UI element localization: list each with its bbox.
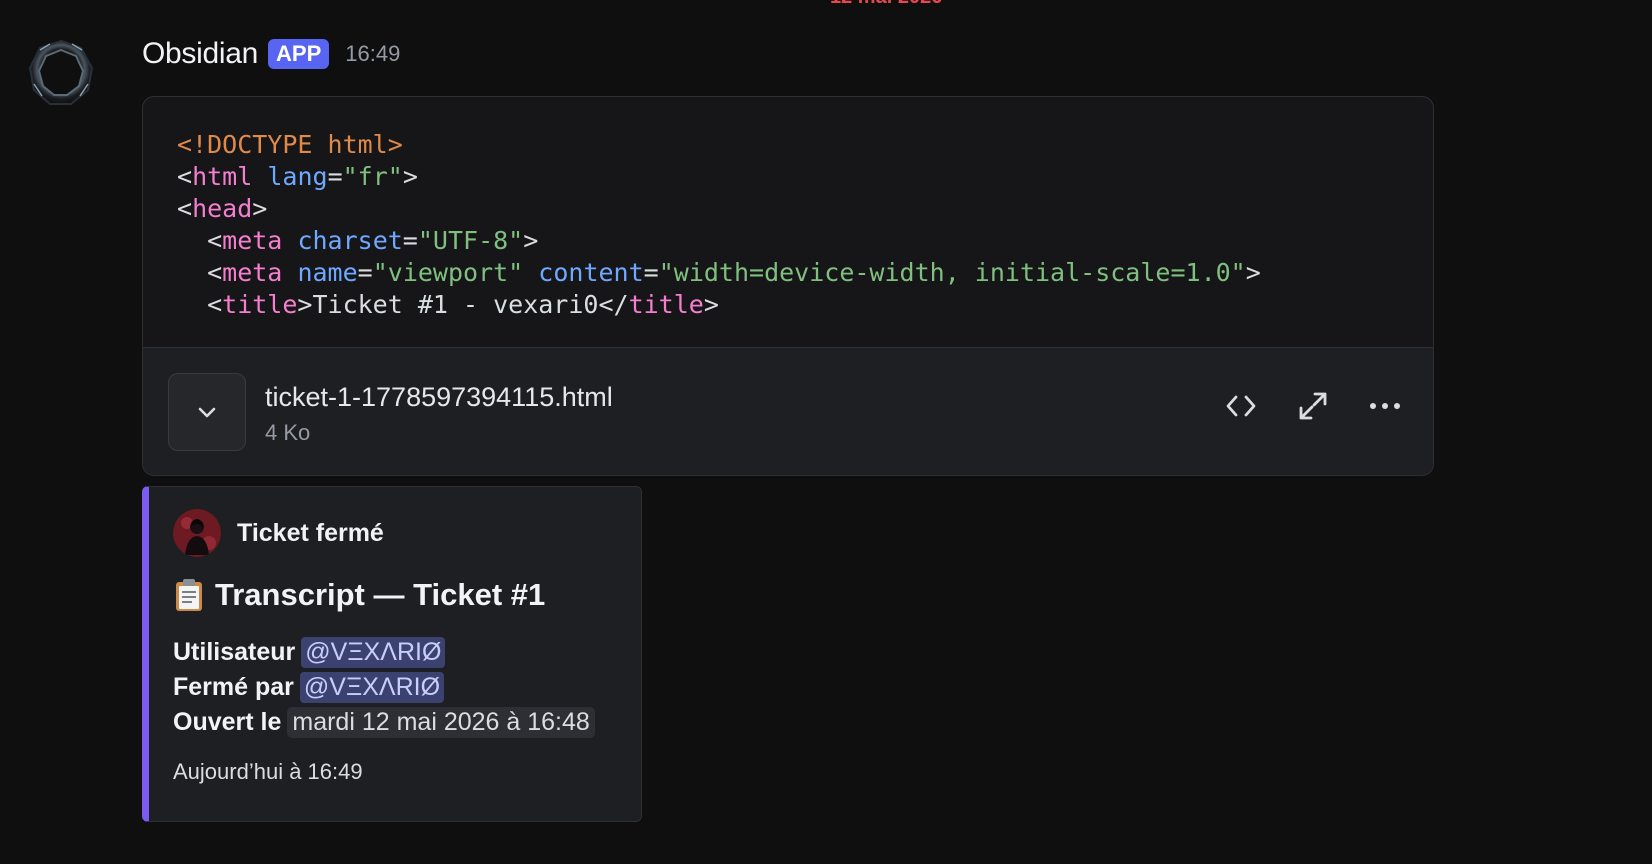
expand-preview-button[interactable] bbox=[168, 373, 246, 451]
fullscreen-button[interactable] bbox=[1295, 388, 1331, 424]
code-token: > bbox=[703, 290, 719, 319]
field-ouvert-le: Ouvert le mardi 12 mai 2026 à 16:48 bbox=[173, 707, 595, 738]
code-token: = bbox=[643, 258, 659, 287]
date-divider: 12 mai 2026 bbox=[830, 0, 942, 9]
code-token: head bbox=[192, 194, 253, 223]
code-token: > bbox=[252, 194, 268, 223]
code-token: > bbox=[523, 226, 539, 255]
field-label: Ouvert le bbox=[173, 708, 282, 736]
embed-author-avatar bbox=[173, 509, 221, 557]
code-token: charset bbox=[297, 226, 403, 255]
field-label: Utilisateur bbox=[173, 638, 296, 666]
code-line: <title>Ticket #1 - vexari0</title> bbox=[177, 289, 1433, 321]
clipboard-icon bbox=[176, 579, 202, 611]
code-token: = bbox=[357, 258, 373, 287]
code-line: <meta charset="UTF-8"> bbox=[177, 225, 1433, 257]
embed-author-name: Ticket fermé bbox=[237, 518, 384, 547]
field-ferme-par: Fermé par @VΞXΛRIØ bbox=[173, 672, 445, 703]
code-preview[interactable]: <!DOCTYPE html> <html lang="fr"> <head> <m… bbox=[143, 97, 1433, 347]
message-timestamp[interactable]: 16:49 bbox=[345, 41, 400, 67]
code-token: < bbox=[177, 226, 223, 255]
code-token: = bbox=[327, 162, 343, 191]
code-token: = bbox=[402, 226, 418, 255]
code-token: meta bbox=[222, 226, 283, 255]
message-header: Obsidian APP 16:49 bbox=[142, 34, 400, 74]
code-token: title bbox=[628, 290, 704, 319]
app-badge: APP bbox=[268, 39, 330, 69]
more-icon bbox=[1370, 403, 1400, 409]
embed-footer-timestamp: Aujourd’hui à 16:49 bbox=[173, 759, 363, 784]
file-bar: ticket-1-1778597394115.html 4 Ko bbox=[143, 347, 1433, 475]
code-token: < bbox=[177, 258, 223, 287]
user-mention[interactable]: @VΞXΛRIØ bbox=[299, 672, 445, 703]
code-token: title bbox=[222, 290, 298, 319]
field-label: Fermé par bbox=[173, 673, 294, 701]
code-line: <html lang="fr"> bbox=[177, 161, 1433, 193]
code-token: "width=device-width, initial-scale=1.0" bbox=[658, 258, 1246, 287]
code-token: lang bbox=[267, 162, 328, 191]
code-token: "UTF-8" bbox=[417, 226, 524, 255]
user-avatar-icon bbox=[173, 509, 221, 557]
code-token: html bbox=[192, 162, 253, 191]
code-token: > bbox=[402, 162, 418, 191]
code-token: < bbox=[177, 162, 193, 191]
bot-avatar[interactable] bbox=[26, 38, 96, 108]
ticket-embed: Ticket fermé Transcript — Ticket #1 Util… bbox=[142, 486, 642, 822]
embed-author: Ticket fermé bbox=[173, 509, 384, 557]
expand-icon bbox=[1299, 392, 1327, 420]
author-name[interactable]: Obsidian bbox=[142, 37, 258, 71]
date-chip[interactable]: mardi 12 mai 2026 à 16:48 bbox=[287, 707, 595, 738]
view-code-button[interactable] bbox=[1223, 388, 1259, 424]
code-token: <!DOCTYPE html> bbox=[177, 130, 403, 159]
field-utilisateur: Utilisateur @VΞXΛRIØ bbox=[173, 637, 446, 668]
embed-title-text: Transcript — Ticket #1 bbox=[215, 577, 546, 612]
code-token: < bbox=[177, 194, 193, 223]
code-token: >Ticket #1 - vexari0</ bbox=[297, 290, 629, 319]
code-token: content bbox=[538, 258, 644, 287]
code-icon bbox=[1226, 395, 1256, 417]
embed-title: Transcript — Ticket #1 bbox=[173, 577, 545, 613]
file-size: 4 Ko bbox=[265, 420, 311, 445]
code-line: <meta name="viewport" content="width=dev… bbox=[177, 257, 1433, 289]
code-line: <head> bbox=[177, 193, 1433, 225]
file-name-link[interactable]: ticket-1-1778597394115.html bbox=[265, 382, 613, 413]
obsidian-ring-icon bbox=[28, 39, 94, 105]
user-mention[interactable]: @VΞXΛRIØ bbox=[301, 637, 446, 668]
code-token: name bbox=[297, 258, 358, 287]
code-token: > bbox=[1245, 258, 1261, 287]
code-token: meta bbox=[222, 258, 283, 287]
file-actions bbox=[1223, 388, 1403, 424]
chevron-down-icon bbox=[198, 407, 216, 418]
code-token: "viewport" bbox=[372, 258, 524, 287]
more-options-button[interactable] bbox=[1367, 388, 1403, 424]
code-attachment: <!DOCTYPE html> <html lang="fr"> <head> <m… bbox=[142, 96, 1434, 476]
code-token: "fr" bbox=[342, 162, 403, 191]
code-token: < bbox=[177, 290, 223, 319]
code-line: <!DOCTYPE html> bbox=[177, 129, 1433, 161]
